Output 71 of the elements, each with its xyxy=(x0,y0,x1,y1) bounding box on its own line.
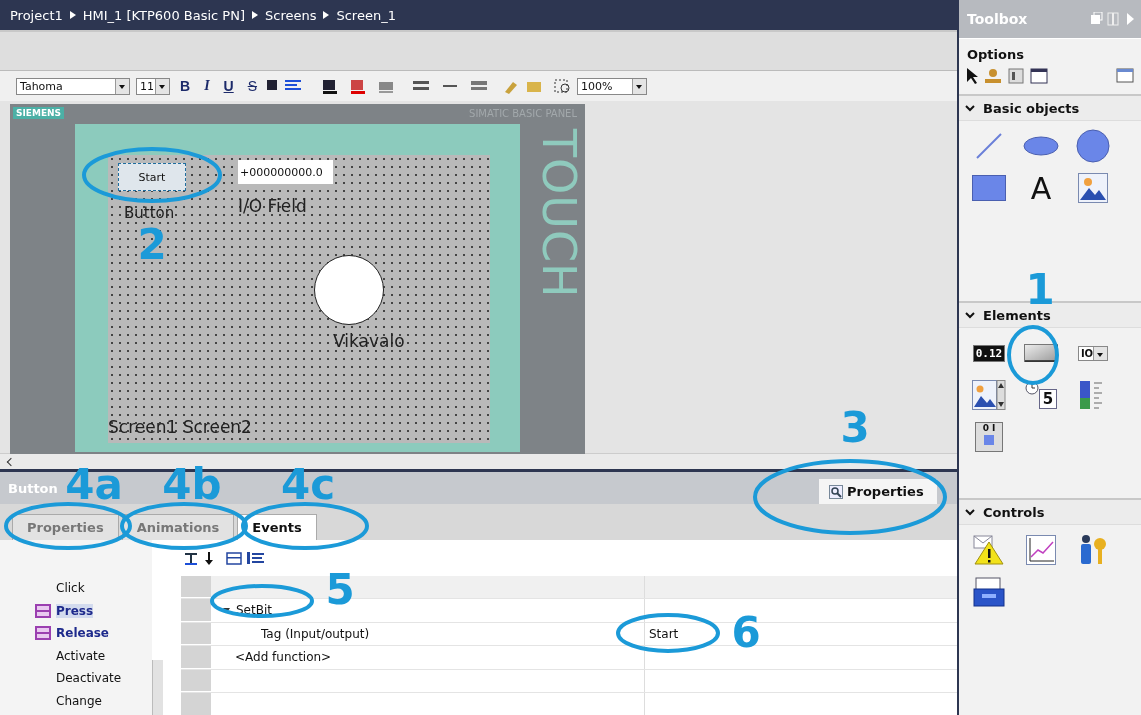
event-item[interactable]: Press xyxy=(56,603,94,618)
event-item[interactable]: Change xyxy=(56,693,102,708)
chevron-icon xyxy=(323,11,330,19)
io-field[interactable]: +000000000.0 xyxy=(238,160,333,184)
toolbox-section-header[interactable]: Controls xyxy=(959,498,1141,525)
row-header-cell xyxy=(181,599,211,622)
text-style-button[interactable]: S xyxy=(243,78,262,94)
touch-label: TOUCH xyxy=(532,129,586,299)
parameter-value[interactable]: Start xyxy=(645,626,679,641)
breadcrumb-item[interactable]: Screens xyxy=(265,7,317,23)
chart-icon[interactable] xyxy=(1026,535,1056,565)
screen-text: Screen1 Screen2 xyxy=(108,417,252,437)
object-caption: Button xyxy=(124,204,176,222)
font-dropdown[interactable]: Tahoma xyxy=(16,77,130,95)
start-button[interactable]: Start xyxy=(118,163,186,191)
event-item[interactable]: Release xyxy=(56,626,109,641)
function-list-icon xyxy=(35,603,51,618)
function-name[interactable]: SetBit xyxy=(211,603,272,618)
step-number: 4c xyxy=(280,464,336,506)
font-size-dropdown[interactable]: 11 xyxy=(136,77,170,95)
breadcrumb-item[interactable]: HMI_1 [KTP600 Basic PN] xyxy=(82,7,245,23)
row-header-cell xyxy=(181,622,211,645)
chevron-icon xyxy=(965,508,975,516)
object-caption: I/O Field xyxy=(238,196,308,216)
ellipse-tool-icon[interactable] xyxy=(1023,136,1059,156)
event-item[interactable]: Click xyxy=(56,581,85,596)
step-number: 3 xyxy=(840,407,870,449)
event-item[interactable]: Deactivate xyxy=(56,671,122,686)
object-caption: Vikavalo xyxy=(333,331,405,351)
search-icon xyxy=(829,484,843,499)
dropdown-tool-icon[interactable]: IO xyxy=(1077,345,1109,361)
step-number: 2 xyxy=(137,224,167,266)
options-label: Options xyxy=(959,38,1141,64)
picture-list-tool-icon[interactable] xyxy=(972,380,1006,410)
text-style-button[interactable]: U xyxy=(219,78,238,94)
chevron-icon xyxy=(252,11,258,19)
line-tool-icon[interactable] xyxy=(974,131,1004,161)
zoom-dropdown[interactable]: 100% xyxy=(577,77,648,95)
function-list-icon xyxy=(35,626,51,641)
chevron-icon xyxy=(965,311,975,319)
warning-envelope-icon[interactable] xyxy=(973,534,1005,566)
event-item[interactable]: Activate xyxy=(56,648,106,663)
inspector-title: Button xyxy=(8,480,58,496)
properties-view-tab[interactable]: Properties xyxy=(819,479,937,504)
text-tool-icon[interactable]: A xyxy=(1030,170,1052,206)
text-style-button[interactable]: I xyxy=(200,78,214,94)
drawer-icon[interactable] xyxy=(973,577,1005,607)
row-header-cell xyxy=(181,669,211,692)
step-number: 4a xyxy=(65,464,123,506)
io-field-tool-icon[interactable]: 0.12 xyxy=(972,344,1006,362)
lamp-circle[interactable] xyxy=(313,255,384,325)
brand-label: SIEMENS xyxy=(13,107,65,119)
switch-tool-icon[interactable]: 0 I xyxy=(975,422,1003,452)
vertical-scrollbar[interactable] xyxy=(152,660,163,715)
breadcrumb-item[interactable]: Project1 xyxy=(10,7,63,23)
toolbox-section-header[interactable]: Basic objects xyxy=(959,94,1141,121)
text-style-button[interactable]: B xyxy=(176,78,195,94)
add-function-link[interactable]: <Add function> xyxy=(211,650,332,665)
step-number: 4b xyxy=(162,464,222,506)
chevron-icon xyxy=(965,104,975,112)
parameter-name: Tag (Input/output) xyxy=(260,626,370,641)
picture-tool-icon[interactable] xyxy=(1078,173,1108,203)
button-tool-icon[interactable] xyxy=(1024,344,1058,362)
toolbox-title: Toolbox xyxy=(967,11,1028,27)
breadcrumb-item[interactable]: Screen_1 xyxy=(336,7,396,23)
chevron-icon xyxy=(69,11,76,19)
highlight-ring xyxy=(1007,325,1059,385)
circle-tool-icon[interactable] xyxy=(1076,129,1110,163)
step-number: 6 xyxy=(731,612,761,654)
step-number: 5 xyxy=(325,569,355,611)
row-header-cell xyxy=(181,646,211,669)
